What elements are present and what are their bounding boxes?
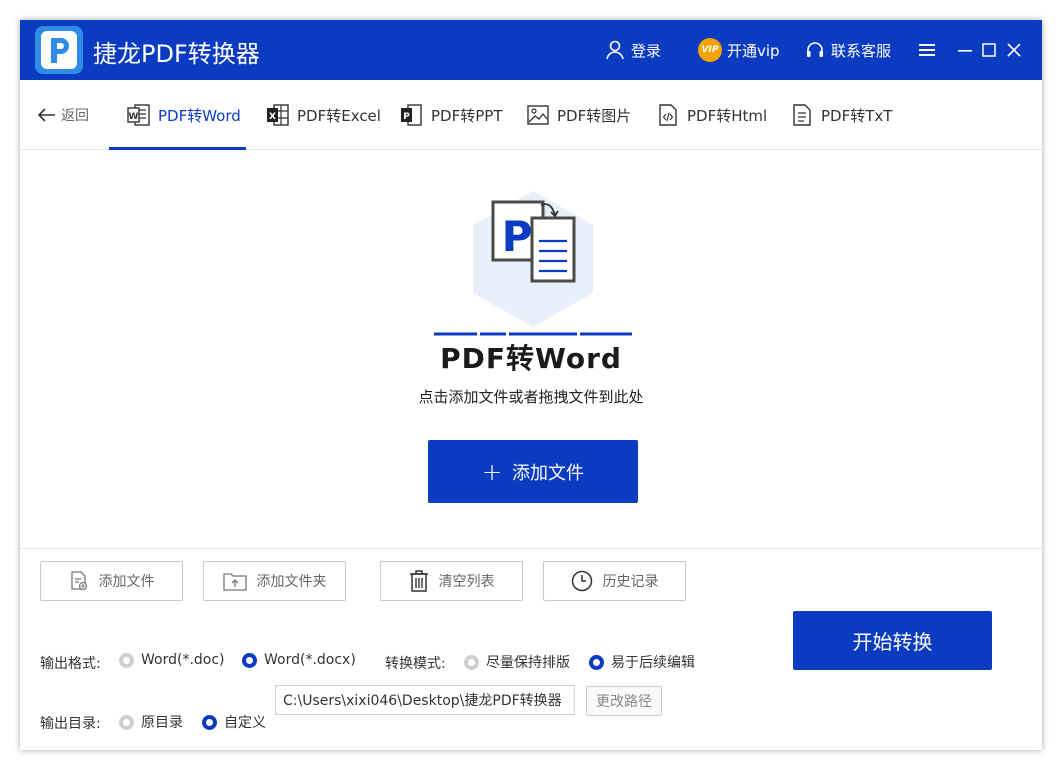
- add-file-button[interactable]: + 添加文件: [428, 440, 638, 503]
- output-path-input[interactable]: [275, 685, 575, 715]
- radio-label: 自定义: [224, 715, 266, 731]
- tab-pdf-to-txt[interactable]: PDF转TxT: [790, 102, 892, 128]
- change-path-button[interactable]: 更改路径: [586, 686, 662, 716]
- plus-icon: +: [481, 457, 503, 486]
- close-button[interactable]: [1003, 38, 1025, 62]
- support-button[interactable]: 联系客服: [805, 38, 891, 62]
- svg-text:X: X: [269, 112, 276, 122]
- headset-icon: [807, 42, 823, 57]
- tab-pdf-to-ppt[interactable]: P PDF转PPT: [400, 102, 502, 128]
- tab-label: PDF转PPT: [431, 106, 503, 125]
- tab-pdf-to-html[interactable]: PDF转Html: [656, 102, 767, 128]
- tab-pdf-to-excel[interactable]: X PDF转Excel: [266, 102, 381, 128]
- menu-icon: [919, 44, 935, 56]
- tab-pdf-to-image[interactable]: PDF转图片: [526, 102, 631, 128]
- radio-dot: [202, 714, 217, 730]
- add-folder-button[interactable]: 添加文件夹: [203, 561, 346, 601]
- image-icon: [527, 105, 549, 125]
- back-label: 返回: [61, 108, 89, 124]
- radio-label: Word(*.doc): [141, 652, 225, 668]
- folder-upload-icon: [222, 573, 247, 591]
- user-icon: [606, 40, 624, 60]
- clock-icon: [571, 570, 592, 592]
- tab-label: PDF转Html: [687, 106, 768, 125]
- clear-list-button[interactable]: 清空列表: [380, 561, 523, 601]
- format-docx-radio[interactable]: Word(*.docx): [242, 652, 356, 668]
- radio-label: 原目录: [141, 715, 183, 731]
- history-button[interactable]: 历史记录: [543, 561, 686, 601]
- app-title: 捷龙PDF转换器: [93, 40, 260, 68]
- ppt-icon: P: [401, 104, 422, 126]
- add-file-tool-button[interactable]: 添加文件: [40, 561, 183, 601]
- tab-label: PDF转Excel: [297, 106, 381, 125]
- login-button[interactable]: 登录: [605, 38, 661, 62]
- close-icon: [1007, 43, 1021, 57]
- drop-zone-title: PDF转Word: [440, 342, 622, 375]
- mode-easy-edit-radio[interactable]: 易于后续编辑: [589, 652, 695, 672]
- word-icon: W: [127, 104, 150, 126]
- file-add-icon: [70, 571, 87, 591]
- minimize-icon: [958, 50, 972, 52]
- format-doc-radio[interactable]: Word(*.doc): [119, 652, 225, 668]
- history-label: 历史记录: [602, 574, 659, 590]
- maximize-icon: [982, 43, 996, 57]
- radio-dot: [119, 652, 134, 668]
- dir-custom-radio[interactable]: 自定义: [202, 712, 266, 732]
- convert-mode-label: 转换模式:: [385, 656, 446, 672]
- output-dir-label: 输出目录:: [40, 716, 101, 732]
- login-label: 登录: [631, 41, 662, 60]
- svg-text:P: P: [403, 112, 410, 122]
- radio-label: 易于后续编辑: [611, 655, 695, 671]
- pdf-to-word-illustration: P: [434, 191, 632, 336]
- txt-icon: [793, 104, 811, 126]
- output-format-label: 输出格式:: [40, 656, 101, 672]
- drop-zone-subtitle: 点击添加文件或者拖拽文件到此处: [418, 388, 644, 406]
- radio-dot: [589, 654, 604, 670]
- html-icon: [659, 104, 677, 126]
- radio-dot: [119, 714, 134, 730]
- radio-dot: [242, 652, 257, 668]
- mode-keep-layout-radio[interactable]: 尽量保持排版: [464, 652, 570, 672]
- title-bar: 捷龙PDF转换器 登录 VIP 开通vip 联系客服: [20, 20, 1042, 80]
- add-file-label: 添加文件: [512, 462, 585, 484]
- vip-label: 开通vip: [727, 41, 780, 60]
- radio-dot: [464, 654, 479, 670]
- app-logo: [35, 26, 83, 74]
- trash-icon: [409, 570, 428, 592]
- start-convert-button[interactable]: 开始转换: [793, 611, 992, 670]
- maximize-button[interactable]: [978, 38, 1000, 62]
- support-label: 联系客服: [831, 41, 892, 60]
- excel-icon: X: [267, 104, 289, 126]
- options-panel: 添加文件 添加文件夹 清空列表 历史记录 输出格式: Word(*.doc) W…: [20, 548, 1042, 750]
- tab-label: PDF转Word: [158, 106, 241, 125]
- tab-bar: 返回 W PDF转Word X PDF转Excel P PDF转PPT PDF转…: [20, 80, 1042, 150]
- active-tab-indicator: [109, 147, 246, 150]
- tab-label: PDF转TxT: [821, 106, 893, 125]
- minimize-button[interactable]: [954, 38, 976, 62]
- vip-icon: VIP: [698, 38, 722, 62]
- radio-label: 尽量保持排版: [486, 655, 570, 671]
- arrow-left-icon: [38, 108, 55, 122]
- dir-original-radio[interactable]: 原目录: [119, 712, 183, 732]
- tab-label: PDF转图片: [557, 106, 632, 125]
- back-button[interactable]: 返回: [38, 104, 89, 126]
- vip-button[interactable]: VIP 开通vip: [698, 38, 780, 62]
- drop-zone[interactable]: P PDF转Word 点击添加文件或者拖拽文件到此处 + 添加文件: [20, 151, 1042, 548]
- svg-text:P: P: [502, 212, 533, 261]
- app-window: 捷龙PDF转换器 登录 VIP 开通vip 联系客服 返回 W PDF转Word…: [20, 20, 1042, 750]
- menu-button[interactable]: [916, 38, 938, 62]
- clear-list-label: 清空列表: [438, 574, 495, 590]
- add-folder-label: 添加文件夹: [256, 574, 327, 590]
- tab-pdf-to-word[interactable]: W PDF转Word: [127, 102, 241, 128]
- add-file-tool-label: 添加文件: [98, 574, 155, 590]
- radio-label: Word(*.docx): [264, 652, 356, 668]
- svg-text:W: W: [129, 112, 139, 122]
